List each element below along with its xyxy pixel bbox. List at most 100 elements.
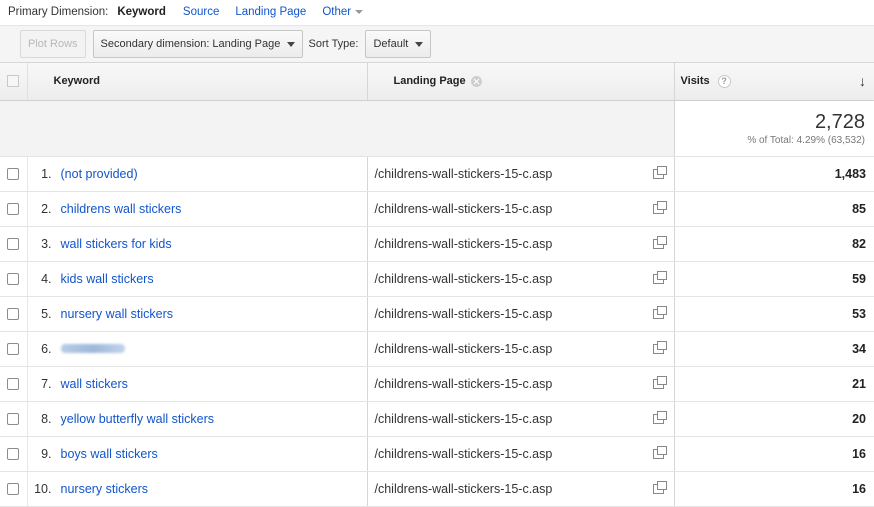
visits-total: 2,728	[814, 110, 865, 133]
visits-cell: 59	[674, 261, 874, 297]
keyword-link[interactable]: boys wall stickers	[61, 447, 158, 461]
header-select-all[interactable]	[0, 63, 28, 101]
keyword-link[interactable]: wall stickers	[61, 377, 128, 391]
keyword-cell: 6.	[27, 331, 368, 367]
header-landing-page[interactable]: Landing Page	[367, 63, 675, 101]
open-external-icon[interactable]	[652, 270, 667, 284]
visits-percent-of-total: % of Total: 4.29% (63,532)	[747, 134, 865, 146]
keyword-link[interactable]: (not provided)	[61, 167, 138, 181]
sort-descending-icon[interactable]: ↓	[859, 73, 866, 89]
keyword-cell: 7. wall stickers	[27, 366, 368, 402]
remove-dimension-icon[interactable]	[470, 75, 482, 87]
row-select-cell[interactable]	[0, 401, 28, 437]
table-toolbar: Plot Rows Secondary dimension: Landing P…	[0, 25, 874, 63]
open-external-icon[interactable]	[652, 410, 667, 424]
row-select-cell[interactable]	[0, 156, 28, 192]
keyword-link[interactable]: yellow butterfly wall stickers	[61, 412, 215, 426]
table-row: 1. (not provided) /childrens-wall-stickers…	[0, 156, 874, 192]
landing-page-text: /childrens-wall-stickers-15-c.asp	[374, 481, 553, 496]
row-select-cell[interactable]	[0, 436, 28, 472]
plot-rows-label: Plot Rows	[28, 38, 78, 50]
keyword-cell: 3. wall stickers for kids	[27, 226, 368, 262]
open-external-icon[interactable]	[652, 235, 667, 249]
table-row: 7. wall stickers/childrens-wall-stickers-…	[0, 366, 874, 402]
landing-page-text: /childrens-wall-stickers-15-c.asp	[374, 236, 553, 251]
table-row: 9. boys wall stickers/childrens-wall-stic…	[0, 436, 874, 472]
row-index: 1.	[41, 166, 52, 181]
header-landing-page-label: Landing Page	[393, 75, 466, 88]
checkbox-icon[interactable]	[7, 202, 19, 215]
open-external-icon[interactable]	[652, 200, 667, 214]
keyword-link[interactable]: wall stickers for kids	[61, 237, 172, 251]
secondary-dimension-dropdown[interactable]: Secondary dimension: Landing Page	[92, 30, 303, 58]
landing-page-cell: /childrens-wall-stickers-15-c.asp	[367, 296, 675, 332]
open-external-icon[interactable]	[652, 445, 667, 459]
dimension-source-link[interactable]: Source	[183, 6, 219, 18]
table-row: 4. kids wall stickers/childrens-wall-stic…	[0, 261, 874, 297]
table-row: 10. nursery stickers/childrens-wall-stick…	[0, 471, 874, 507]
dimension-keyword-active: Keyword	[117, 6, 166, 18]
sort-type-value: Default	[373, 38, 409, 50]
dimension-other-label: Other	[322, 6, 352, 18]
header-visits[interactable]: Visits ? ↓	[674, 63, 874, 101]
row-select-cell[interactable]	[0, 366, 28, 402]
checkbox-icon[interactable]	[7, 377, 19, 390]
checkbox-icon[interactable]	[7, 75, 19, 88]
landing-page-cell: /childrens-wall-stickers-15-c.asp	[367, 261, 675, 297]
dimension-landing-page-link[interactable]: Landing Page	[235, 6, 306, 18]
open-external-icon[interactable]	[652, 480, 667, 494]
checkbox-icon[interactable]	[7, 412, 19, 425]
row-select-cell[interactable]	[0, 191, 28, 227]
keyword-cell: 4. kids wall stickers	[27, 261, 368, 297]
keyword-link[interactable]: nursery wall stickers	[61, 307, 174, 321]
summary-row: 2,728 % of Total: 4.29% (63,532)	[0, 100, 874, 157]
checkbox-icon[interactable]	[7, 237, 19, 250]
open-external-icon[interactable]	[652, 340, 667, 354]
row-index: 2.	[41, 201, 52, 216]
keyword-link[interactable]: kids wall stickers	[61, 272, 154, 286]
help-icon[interactable]: ?	[717, 74, 731, 88]
keyword-cell: 10. nursery stickers	[27, 471, 368, 507]
table-row: 6. /childrens-wall-stickers-15-c.asp 34	[0, 331, 874, 367]
sort-type-dropdown[interactable]: Default	[365, 30, 432, 58]
landing-page-text: /childrens-wall-stickers-15-c.asp	[374, 411, 553, 426]
open-external-icon[interactable]	[652, 305, 667, 319]
visits-cell: 21	[674, 366, 874, 402]
header-keyword[interactable]: Keyword	[27, 63, 368, 101]
landing-page-cell: /childrens-wall-stickers-15-c.asp	[367, 471, 675, 507]
checkbox-icon[interactable]	[7, 482, 19, 495]
table-row: 3. wall stickers for kids/childrens-wall-…	[0, 226, 874, 262]
header-keyword-label: Keyword	[53, 75, 100, 88]
row-index: 7.	[41, 376, 52, 391]
row-select-cell[interactable]	[0, 331, 28, 367]
checkbox-icon[interactable]	[7, 272, 19, 285]
keyword-cell: 1. (not provided)	[27, 156, 368, 192]
row-select-cell[interactable]	[0, 296, 28, 332]
visits-cell: 16	[674, 436, 874, 472]
keyword-link[interactable]: childrens wall stickers	[61, 202, 182, 216]
chevron-down-icon	[286, 41, 295, 47]
landing-page-text: /childrens-wall-stickers-15-c.asp	[374, 446, 553, 461]
data-table: Keyword Landing Page Visits ? ↓ 2,728 % …	[0, 63, 874, 507]
visits-cell: 16	[674, 471, 874, 507]
landing-page-text: /childrens-wall-stickers-15-c.asp	[374, 271, 553, 286]
keyword-link[interactable]: nursery stickers	[61, 482, 149, 496]
plot-rows-button[interactable]: Plot Rows	[20, 30, 86, 58]
primary-dimension-label: Primary Dimension:	[8, 6, 109, 18]
checkbox-icon[interactable]	[7, 307, 19, 320]
dimension-other-dropdown[interactable]: Other	[322, 6, 364, 18]
row-select-cell[interactable]	[0, 226, 28, 262]
row-select-cell[interactable]	[0, 471, 28, 507]
row-select-cell[interactable]	[0, 261, 28, 297]
landing-page-cell: /childrens-wall-stickers-15-c.asp	[367, 366, 675, 402]
landing-page-cell: /childrens-wall-stickers-15-c.asp	[367, 401, 675, 437]
checkbox-icon[interactable]	[7, 342, 19, 355]
checkbox-icon[interactable]	[7, 167, 19, 180]
open-external-icon[interactable]	[652, 375, 667, 389]
keyword-cell: 9. boys wall stickers	[27, 436, 368, 472]
checkbox-icon[interactable]	[7, 447, 19, 460]
open-external-icon[interactable]	[652, 165, 667, 179]
landing-page-text: /childrens-wall-stickers-15-c.asp	[374, 306, 553, 321]
keyword-redacted	[60, 344, 125, 353]
summary-blank	[0, 100, 674, 157]
